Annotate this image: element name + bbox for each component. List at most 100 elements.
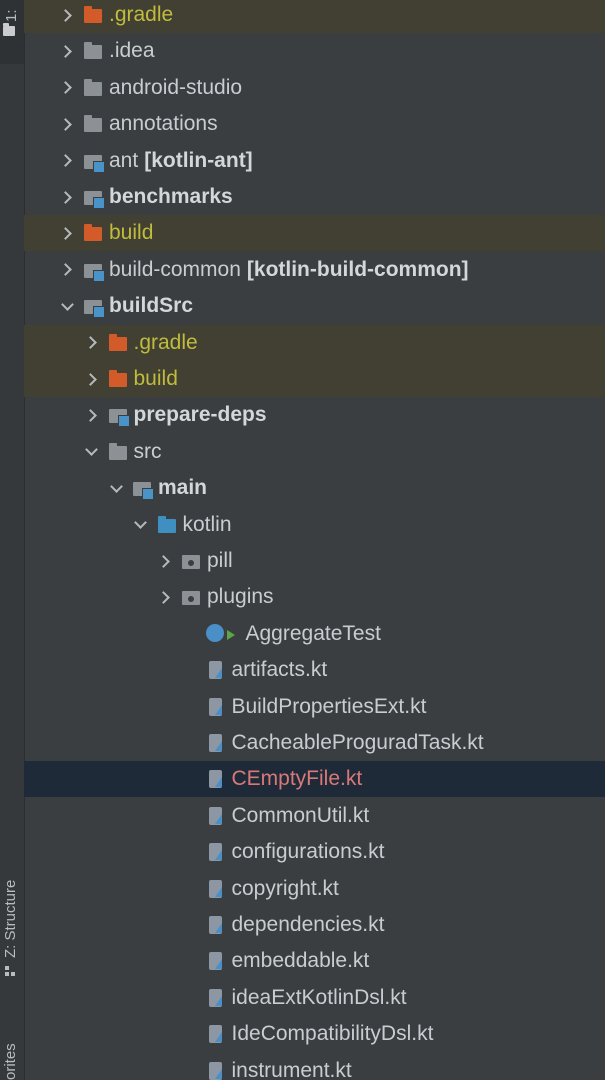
tree-row[interactable]: plugins xyxy=(24,579,605,615)
tree-item-label: src xyxy=(133,439,162,463)
collapse-arrow-icon[interactable] xyxy=(108,470,124,506)
structure-tab-label[interactable]: Z: Structure xyxy=(2,880,19,958)
folder-blue-icon xyxy=(157,515,179,535)
kotlin-file-icon xyxy=(206,697,228,717)
folder-icon xyxy=(83,78,105,98)
expand-arrow-icon[interactable] xyxy=(84,361,100,397)
tree-row[interactable]: configurations.kt xyxy=(24,834,605,870)
expand-arrow-icon[interactable] xyxy=(84,325,100,361)
tree-item-label: plugins xyxy=(207,585,274,609)
tree-row[interactable]: buildSrc xyxy=(24,288,605,324)
tree-item-label: build xyxy=(109,221,154,245)
tree-item-label: pill xyxy=(207,549,233,572)
tree-row[interactable]: android-studio xyxy=(24,70,605,106)
kotlin-file-icon xyxy=(206,1061,228,1080)
tree-row[interactable]: .gradle xyxy=(24,324,605,361)
no-arrow xyxy=(182,1016,198,1052)
tree-row[interactable]: ideaExtKotlinDsl.kt xyxy=(24,980,605,1016)
expand-arrow-icon[interactable] xyxy=(157,543,173,579)
tree-item-label: BuildPropertiesExt.kt xyxy=(231,694,427,718)
tree-item-label: dependencies.kt xyxy=(231,913,385,936)
tree-item-label: .idea xyxy=(109,39,155,63)
tree-row[interactable]: pill xyxy=(24,543,605,579)
tree-item-label: configurations.kt xyxy=(231,840,385,864)
no-arrow xyxy=(182,616,198,652)
no-arrow xyxy=(182,652,198,688)
expand-arrow-icon[interactable] xyxy=(59,215,75,251)
tree-item-label: kotlin xyxy=(182,512,232,536)
tree-row[interactable]: CommonUtil.kt xyxy=(24,798,605,834)
tree-item-label: main xyxy=(158,476,208,500)
folder-orange-icon xyxy=(83,223,105,243)
tree-row[interactable]: src xyxy=(24,434,605,470)
tool-window-rail: 1: Z: Structure orites xyxy=(0,0,25,1080)
expand-arrow-icon[interactable] xyxy=(84,397,100,433)
tree-row[interactable]: .gradle xyxy=(24,0,605,33)
tree-row[interactable]: kotlin xyxy=(24,507,605,543)
tree-item-label: .gradle xyxy=(133,330,198,354)
no-arrow xyxy=(182,761,198,797)
expand-arrow-icon[interactable] xyxy=(59,252,75,288)
tree-item-label: CommonUtil.kt xyxy=(231,803,370,827)
test-class-icon xyxy=(205,623,242,644)
package-icon xyxy=(181,551,203,571)
tree-row[interactable]: prepare-deps xyxy=(24,397,605,433)
tree-item-label: AggregateTest xyxy=(245,621,381,645)
collapse-arrow-icon[interactable] xyxy=(59,288,75,324)
tree-row[interactable]: dependencies.kt xyxy=(24,907,605,943)
tree-row[interactable]: BuildPropertiesExt.kt xyxy=(24,689,605,725)
expand-arrow-icon[interactable] xyxy=(157,579,173,615)
tree-item-label: CEmptyFile.kt xyxy=(231,767,363,791)
tree-item-label: ant xyxy=(109,148,139,172)
expand-arrow-icon[interactable] xyxy=(59,0,75,33)
module-icon xyxy=(108,405,130,428)
tree-item-label: annotations xyxy=(109,112,218,136)
folder-icon xyxy=(3,23,15,36)
tree-row[interactable]: build-common [kotlin-build-common] xyxy=(24,252,605,288)
tree-row[interactable]: CacheableProguradTask.kt xyxy=(24,725,605,761)
favorites-tab-label[interactable]: orites xyxy=(2,1043,19,1080)
module-icon xyxy=(83,296,105,319)
expand-arrow-icon[interactable] xyxy=(59,106,75,142)
project-tab-label: 1: xyxy=(3,9,20,22)
tree-row[interactable]: artifacts.kt xyxy=(24,652,605,688)
tree-row[interactable]: benchmarks xyxy=(24,179,605,215)
expand-arrow-icon[interactable] xyxy=(59,143,75,179)
kotlin-file-icon xyxy=(206,915,228,935)
folder-icon xyxy=(83,41,105,61)
module-icon xyxy=(132,478,154,501)
tree-row[interactable]: .idea xyxy=(24,33,605,69)
tree-item-label: ideaExtKotlinDsl.kt xyxy=(231,985,407,1009)
tree-row[interactable]: build xyxy=(24,361,605,397)
tree-row[interactable]: main xyxy=(24,470,605,506)
kotlin-file-icon xyxy=(206,769,228,789)
no-arrow xyxy=(182,871,198,907)
folder-orange-icon xyxy=(83,5,105,25)
collapse-arrow-icon[interactable] xyxy=(133,507,149,543)
project-tool-tab[interactable]: 1: xyxy=(0,0,24,64)
tree-row[interactable]: embeddable.kt xyxy=(24,943,605,979)
no-arrow xyxy=(182,798,198,834)
tree-row[interactable]: AggregateTest xyxy=(24,616,605,652)
tree-row[interactable]: build xyxy=(24,215,605,252)
tree-row[interactable]: annotations xyxy=(24,106,605,142)
tree-item-label: benchmarks xyxy=(109,185,233,208)
no-arrow xyxy=(182,907,198,943)
tree-item-label: instrument.kt xyxy=(231,1058,352,1080)
collapse-arrow-icon[interactable] xyxy=(84,434,100,470)
tree-item-label: build xyxy=(133,367,178,390)
tree-row[interactable]: CEmptyFile.kt xyxy=(24,761,605,798)
tree-row[interactable]: IdeCompatibilityDsl.kt xyxy=(24,1016,605,1052)
tree-item-label: copyright.kt xyxy=(231,876,339,900)
no-arrow xyxy=(182,943,198,979)
tree-item-label: build-common xyxy=(109,257,241,281)
module-name-suffix: [kotlin-ant] xyxy=(144,148,253,172)
tree-row[interactable]: instrument.kt xyxy=(24,1053,605,1080)
package-icon xyxy=(181,587,203,607)
expand-arrow-icon[interactable] xyxy=(59,70,75,106)
expand-arrow-icon[interactable] xyxy=(59,33,75,69)
expand-arrow-icon[interactable] xyxy=(59,179,75,215)
tree-row[interactable]: ant [kotlin-ant] xyxy=(24,143,605,179)
folder-icon xyxy=(108,442,130,462)
tree-row[interactable]: copyright.kt xyxy=(24,871,605,907)
